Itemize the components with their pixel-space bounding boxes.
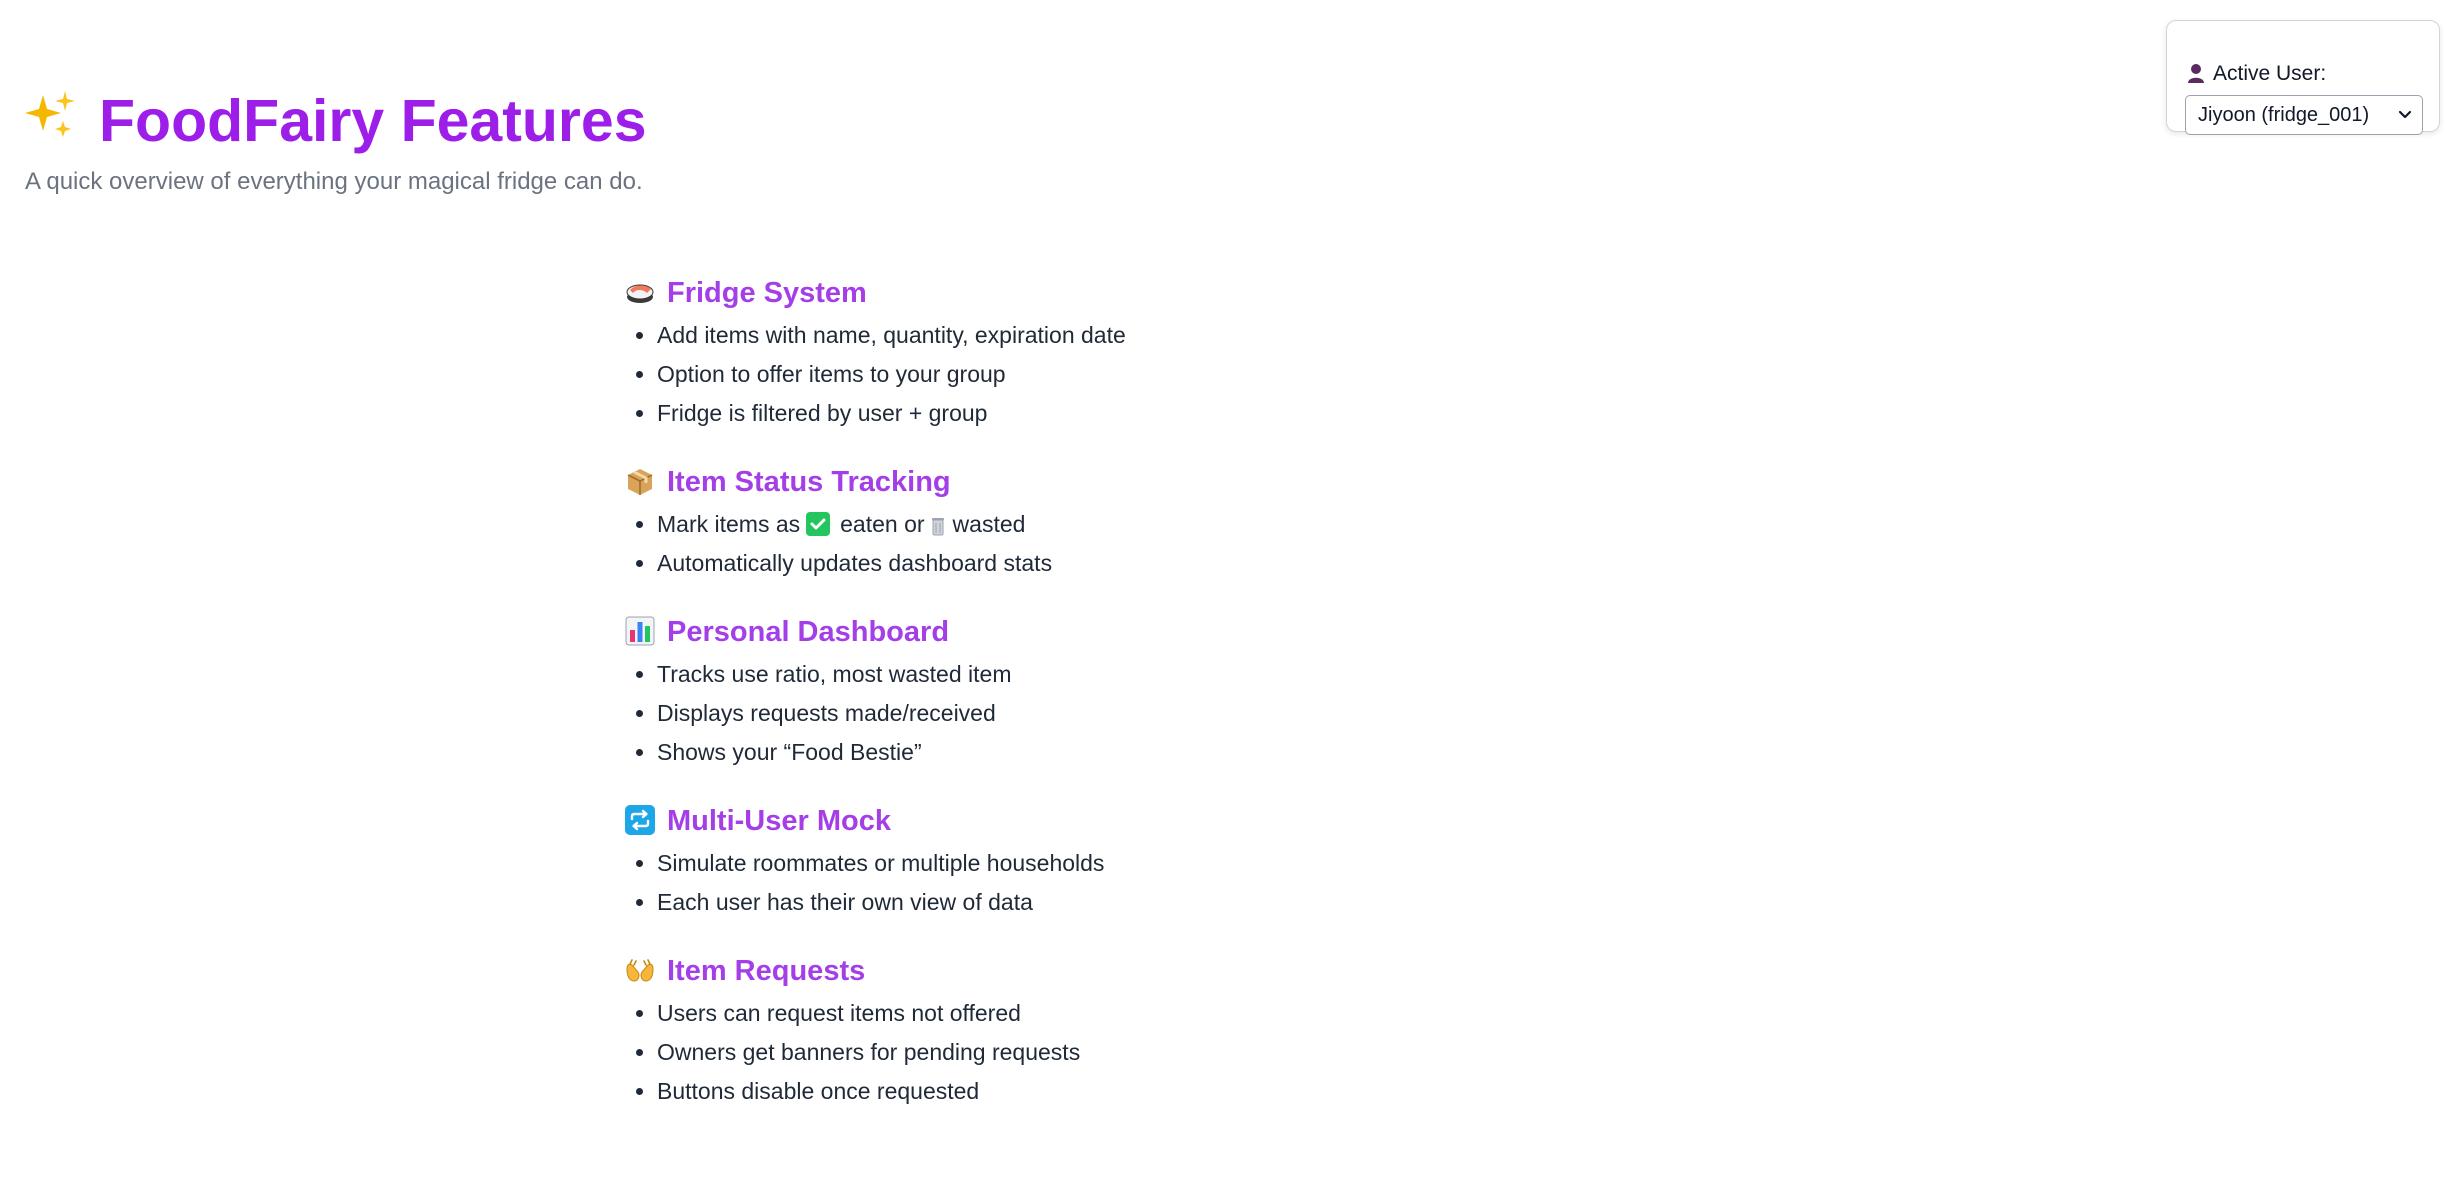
person-icon [2188,64,2204,83]
section-item-requests: Item Requests Users can request items no… [625,948,1525,1111]
page-title-text: FoodFairy Features [99,88,647,154]
features-page: FoodFairy Features A quick overview of e… [0,0,2446,1180]
section-fridge-system: Fridge System Add items with name, quant… [625,270,1525,433]
section-item-status-tracking: Item Status Tracking Mark items aseaten … [625,459,1525,583]
list-item-status: Mark items aseaten orwasted [657,505,1525,544]
list-item: Buttons disable once requested [657,1072,1525,1111]
list-item: Users can request items not offered [657,994,1525,1033]
active-user-select-value: Jiyoon (fridge_001) [2198,104,2370,126]
package-icon [627,469,653,495]
list-item: Automatically updates dashboard stats [657,544,1525,583]
trash-can-icon [931,518,944,536]
active-user-panel: Active User: Jiyoon (fridge_001) [2166,20,2440,135]
chevron-down-icon [2398,110,2412,119]
active-user-select[interactable]: Jiyoon (fridge_001) [2185,95,2423,135]
features-list: Fridge System Add items with name, quant… [625,270,1525,1137]
section-multi-user-mock: Multi-User Mock Simulate roommates or mu… [625,798,1525,922]
list-item: Option to offer items to your group [657,355,1525,394]
list-item: Fridge is filtered by user + group [657,394,1525,433]
active-user-label-row: Active User: [2187,59,2326,89]
list-item: Simulate roommates or multiple household… [657,844,1525,883]
active-user-label: Active User: [2213,62,2327,85]
repeat-icon [625,805,655,835]
list-item: Owners get banners for pending requests [657,1033,1525,1072]
list-item: Each user has their own view of data [657,883,1525,922]
page-title: FoodFairy Features [25,80,647,163]
check-mark-icon [806,512,831,536]
page-subtitle: A quick overview of everything your magi… [25,168,643,195]
section-title: Personal Dashboard [625,609,1525,655]
list-item: Shows your “Food Bestie” [657,733,1525,772]
open-hands-icon [626,959,654,982]
section-personal-dashboard: Personal Dashboard Tracks use ratio, mos… [625,609,1525,772]
list-item: Tracks use ratio, most wasted item [657,655,1525,694]
sparkles-icon [25,81,77,163]
section-title: Item Status Tracking [625,459,1525,505]
section-title: Item Requests [625,948,1525,994]
list-item: Add items with name, quantity, expiratio… [657,316,1525,355]
list-item: Displays requests made/received [657,694,1525,733]
section-title: Multi-User Mock [625,798,1525,844]
section-title: Fridge System [625,270,1525,316]
bar-chart-icon [625,616,655,646]
sushi-icon [626,284,654,303]
